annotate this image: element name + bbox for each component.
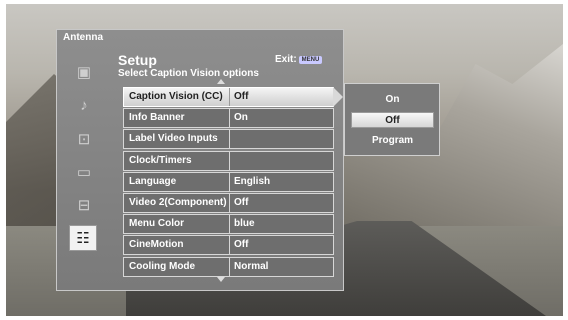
menu-row-cinemotion[interactable]: CineMotion Off	[123, 235, 334, 256]
row-label: Label Video Inputs	[129, 133, 218, 145]
row-label: Info Banner	[129, 112, 185, 124]
settings-list: Caption Vision (CC) Off Info Banner On L…	[123, 87, 343, 278]
row-label: Caption Vision (CC)	[129, 91, 223, 102]
row-value: Off	[229, 88, 333, 106]
exit-label: Exit:	[275, 54, 297, 65]
scroll-down-icon	[217, 277, 225, 282]
menu-row-menu-color[interactable]: Menu Color blue	[123, 214, 334, 235]
music-note-icon[interactable]: ♪	[73, 96, 95, 114]
row-label: Video 2(Component)	[129, 196, 227, 208]
menu-row-language[interactable]: Language English	[123, 171, 334, 192]
menu-row-info-banner[interactable]: Info Banner On	[123, 108, 334, 129]
tv-input-icon[interactable]: ▭	[73, 163, 95, 181]
row-value	[229, 130, 333, 149]
option-on[interactable]: On	[351, 92, 434, 108]
row-value: Normal	[229, 257, 333, 276]
menu-button-badge: MENU	[298, 55, 323, 64]
picture-icon[interactable]: ▣	[73, 63, 95, 81]
panel-title: Antenna	[63, 32, 103, 43]
row-value: Off	[229, 193, 333, 212]
exit-hint: Exit: MENU	[275, 54, 323, 65]
menu-row-cooling-mode[interactable]: Cooling Mode Normal	[123, 256, 334, 277]
option-off[interactable]: Off	[351, 112, 434, 128]
row-value: On	[229, 109, 333, 128]
row-label: Clock/Timers	[129, 154, 192, 166]
row-label: CineMotion	[129, 239, 184, 251]
row-label: Menu Color	[129, 218, 184, 230]
menu-row-clock-timers[interactable]: Clock/Timers	[123, 150, 334, 171]
setup-list-icon[interactable]: ☷	[69, 225, 97, 251]
scroll-up-icon	[217, 79, 225, 84]
row-label: Language	[129, 175, 177, 187]
sidebar: ▣ ♪ ⊡ ▭ ⊟ ☷	[57, 46, 113, 290]
menu-row-label-video-inputs[interactable]: Label Video Inputs	[123, 129, 334, 150]
setup-menu-panel: Antenna ▣ ♪ ⊡ ▭ ⊟ ☷ Setup Select Caption…	[56, 29, 344, 291]
row-value: blue	[229, 215, 333, 234]
lock-icon[interactable]: ⊟	[73, 196, 95, 214]
option-program[interactable]: Program	[351, 133, 434, 149]
page-subtitle: Select Caption Vision options	[118, 68, 259, 79]
caption-options-popup: On Off Program	[344, 83, 440, 156]
row-value: Off	[229, 236, 333, 255]
widescreen-icon[interactable]: ⊡	[73, 130, 95, 148]
menu-row-caption-vision[interactable]: Caption Vision (CC) Off	[123, 87, 343, 107]
menu-row-video2-component[interactable]: Video 2(Component) Off	[123, 192, 334, 213]
row-value	[229, 151, 333, 170]
row-value: English	[229, 172, 333, 191]
row-label: Cooling Mode	[129, 260, 196, 272]
page-title: Setup	[118, 52, 157, 68]
